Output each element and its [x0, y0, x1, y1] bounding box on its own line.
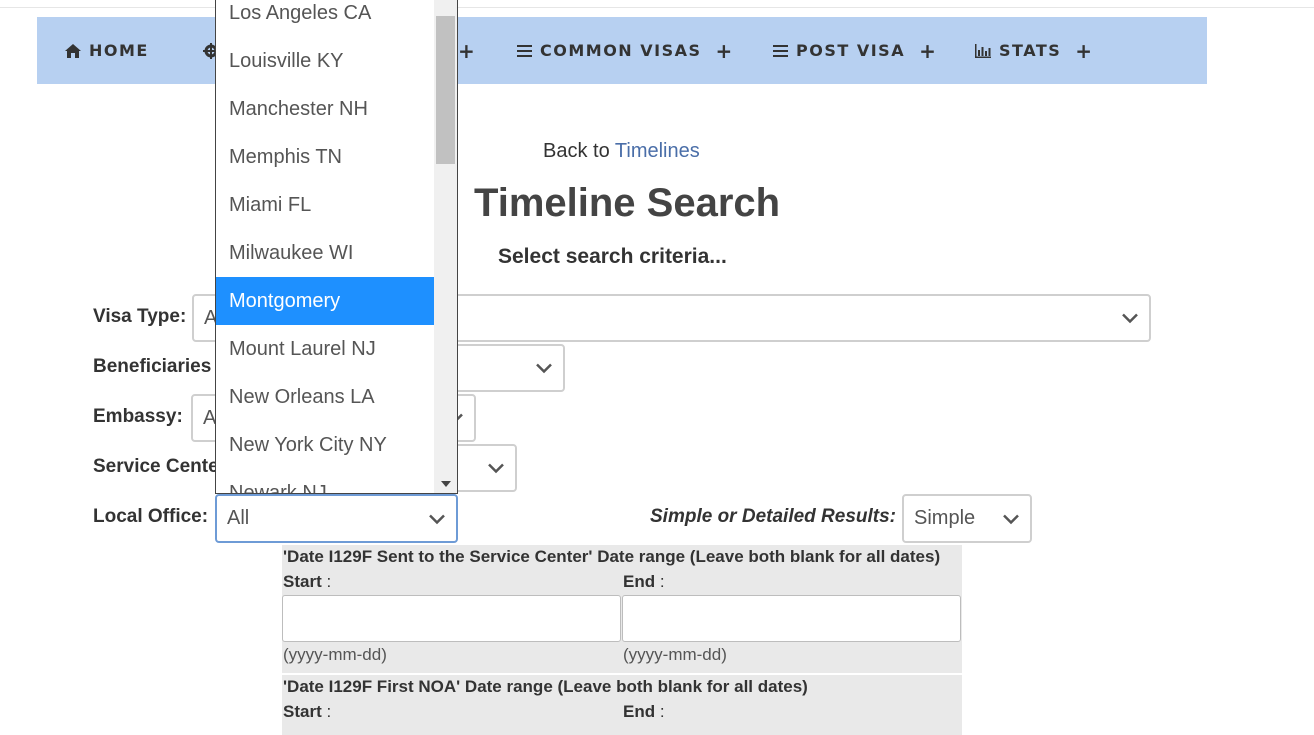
chevron-down-icon: [487, 457, 505, 480]
results-label: Simple or Detailed Results:: [650, 506, 897, 527]
embassy-label: Embassy:: [93, 406, 183, 427]
back-to-timelines: Back to Timelines: [543, 140, 700, 163]
beneficiaries-select[interactable]: [445, 344, 565, 392]
page-title: Timeline Search: [474, 181, 781, 225]
dropdown-option[interactable]: New Orleans LA: [216, 373, 434, 421]
plus-icon: +: [1075, 38, 1094, 63]
date-range-noa: 'Date I129F First NOA' Date range (Leave…: [282, 675, 962, 735]
end-date-input[interactable]: [622, 595, 961, 642]
nav-post-visa-label: POST VISA: [796, 41, 906, 60]
dropdown-option[interactable]: Memphis TN: [216, 133, 434, 181]
plus-icon: +: [919, 38, 938, 63]
dropdown-option[interactable]: Montgomery: [216, 277, 434, 325]
dropdown-option[interactable]: Louisville KY: [216, 37, 434, 85]
date-format-hint: (yyyy-mm-dd): [283, 645, 387, 664]
nav-settings-expand[interactable]: +: [458, 17, 476, 84]
back-prefix: Back to: [543, 140, 610, 162]
home-icon: [65, 43, 81, 58]
dropdown-option[interactable]: Los Angeles CA: [216, 0, 434, 37]
chevron-down-icon: [428, 507, 446, 530]
start-date-input[interactable]: [282, 595, 621, 642]
dropdown-options: Los Angeles CA Louisville KY Manchester NH…: [216, 0, 434, 493]
nav-common-visas[interactable]: COMMON VISAS +: [517, 17, 734, 84]
page-subtitle: Select search criteria...: [498, 245, 727, 268]
nav-stats-label: STATS: [999, 41, 1062, 60]
dropdown-option[interactable]: New York City NY: [216, 421, 434, 469]
dropdown-option[interactable]: Miami FL: [216, 181, 434, 229]
results-value: Simple: [914, 507, 976, 529]
dropdown-option[interactable]: Manchester NH: [216, 85, 434, 133]
main-nav: HOME + COMMON VISAS + POST VISA + STATS …: [37, 17, 1207, 84]
dropdown-option[interactable]: Mount Laurel NJ: [216, 325, 434, 373]
plus-icon: +: [458, 38, 477, 63]
service-center-label: Service Cente: [93, 456, 219, 477]
nav-home[interactable]: HOME: [65, 17, 149, 84]
chevron-down-icon: [1121, 307, 1139, 330]
local-office-select[interactable]: All: [215, 494, 458, 543]
menu-icon: [773, 44, 788, 57]
date-range-title: 'Date I129F First NOA' Date range (Leave…: [283, 677, 808, 696]
visa-type-label: Visa Type:: [93, 306, 187, 327]
end-label: End :: [623, 572, 665, 591]
local-office-dropdown-list[interactable]: Los Angeles CA Louisville KY Manchester NH…: [215, 0, 458, 494]
nav-home-label: HOME: [89, 41, 149, 60]
bar-chart-icon: [975, 43, 991, 58]
dropdown-scrollbar[interactable]: [434, 0, 457, 493]
start-label: Start :: [283, 572, 332, 591]
local-office-label: Local Office:: [93, 506, 209, 527]
nav-post-visa[interactable]: POST VISA +: [773, 17, 937, 84]
plus-icon: +: [715, 38, 734, 63]
scroll-down-arrow-icon[interactable]: [441, 481, 451, 487]
chevron-down-icon: [1002, 507, 1020, 530]
chevron-down-icon: [535, 357, 553, 380]
start-label: Start :: [283, 702, 332, 721]
results-select[interactable]: Simple: [902, 494, 1032, 543]
beneficiaries-label: Beneficiaries: [93, 356, 212, 377]
local-office-value: All: [227, 507, 250, 529]
date-format-hint: (yyyy-mm-dd): [623, 645, 727, 664]
date-range-sent: 'Date I129F Sent to the Service Center' …: [282, 545, 962, 673]
dropdown-option[interactable]: Milwaukee WI: [216, 229, 434, 277]
dropdown-option[interactable]: Newark NJ: [216, 469, 434, 493]
date-range-title: 'Date I129F Sent to the Service Center' …: [283, 547, 941, 566]
menu-icon: [517, 44, 532, 57]
end-label: End :: [623, 702, 665, 721]
timelines-link[interactable]: Timelines: [615, 140, 700, 162]
nav-stats[interactable]: STATS +: [975, 17, 1094, 84]
nav-common-visas-label: COMMON VISAS: [540, 41, 702, 60]
top-divider: [0, 7, 1314, 8]
scrollbar-thumb[interactable]: [436, 16, 455, 164]
